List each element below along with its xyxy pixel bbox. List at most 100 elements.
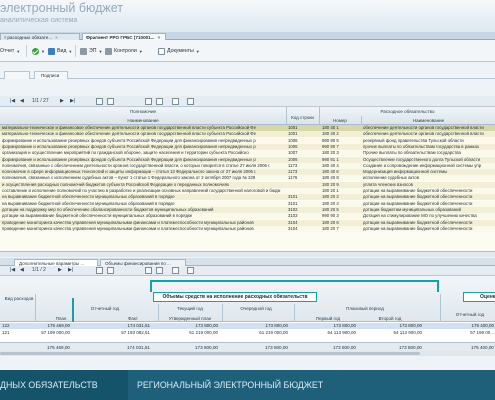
table-row[interactable]: дотации на поддержку мер по обеспечению … bbox=[0, 206, 495, 213]
toolbar: Отчет ▼ ▼ Вид ▼ ЭП ▼ Контроли ▼ Документы ▼ bbox=[0, 40, 495, 62]
last-page-button[interactable]: ▶| bbox=[70, 98, 75, 105]
table-row[interactable]: на выравнивание бюджетной обеспеченности… bbox=[0, 194, 495, 201]
table-row[interactable]: проведение мониторинга качества управлен… bbox=[0, 219, 495, 226]
report-button[interactable]: Отчет ▼ bbox=[0, 46, 20, 56]
last-page-button[interactable]: ▶| bbox=[68, 267, 73, 274]
signature-button[interactable]: ЭП ▼ bbox=[80, 46, 102, 56]
column-first-year[interactable]: Первый год bbox=[298, 316, 358, 321]
cell-expense-type: 122 bbox=[2, 323, 10, 328]
cell-first-year: 173 800,00 bbox=[333, 323, 356, 328]
callout-connector bbox=[150, 280, 438, 282]
columns-icon[interactable] bbox=[145, 98, 152, 105]
column-next-year[interactable]: Очередной год bbox=[226, 306, 286, 311]
check-icon bbox=[32, 47, 39, 55]
filter-icon[interactable] bbox=[107, 98, 114, 105]
table-icon[interactable] bbox=[156, 267, 163, 274]
document-subtabs: Подписи bbox=[0, 70, 495, 79]
clear-filter-icon[interactable] bbox=[172, 267, 179, 274]
cell-obligation-name: Осуществление государственного долга Тул… bbox=[363, 156, 480, 162]
first-page-button[interactable]: |◀ bbox=[10, 267, 15, 274]
table-row[interactable]: на выравнивание бюджетной обеспеченности… bbox=[0, 200, 495, 207]
cell-code: 1007 bbox=[288, 150, 298, 156]
table-row[interactable]: формирование и использование резервных ф… bbox=[0, 156, 495, 163]
chevron-down-icon: ▼ bbox=[41, 48, 45, 54]
tab-additional-params[interactable]: Дополнительные параметры ... bbox=[14, 259, 98, 266]
tab-main[interactable] bbox=[4, 71, 30, 79]
controls-button[interactable]: Контроли ▼ bbox=[105, 46, 143, 56]
clear-filter-icon[interactable] bbox=[172, 98, 179, 105]
cell-code: 3102 bbox=[288, 206, 298, 212]
cell-number: 180 40 1 bbox=[322, 125, 339, 130]
cell-number: 990 90 3 bbox=[322, 213, 339, 219]
scrollbar-thumb[interactable] bbox=[0, 352, 420, 355]
table-row[interactable]: формирование и использование резервных ф… bbox=[0, 137, 495, 144]
table-icon[interactable] bbox=[156, 98, 163, 105]
window-tab-strip: т расходных обязате... × Фрагмент РРО ГРБ… bbox=[0, 32, 495, 40]
export-icon[interactable] bbox=[187, 267, 194, 274]
column-right-report-year[interactable]: Отчетный год bbox=[445, 312, 495, 317]
filter-icon[interactable] bbox=[107, 267, 114, 274]
table-row[interactable]: и осуществления расходных полномочий бюд… bbox=[0, 181, 495, 188]
column-name[interactable]: Наименование bbox=[0, 118, 286, 123]
chevron-down-icon: ▼ bbox=[98, 48, 103, 54]
column-group-authority: Полномочие bbox=[129, 109, 157, 114]
cell-approved: 61 219 000,00 bbox=[189, 330, 218, 335]
cell-approved: 173 800,00 bbox=[195, 323, 218, 328]
table-row[interactable]: организация и осуществление мероприятий … bbox=[0, 150, 495, 157]
column-number[interactable]: Номер bbox=[320, 118, 360, 123]
cell-code: 1006 bbox=[288, 137, 298, 143]
column-code[interactable]: Код строки bbox=[287, 115, 318, 120]
cell-name: составление и исполнение полномочий по у… bbox=[2, 188, 281, 193]
column-divider bbox=[222, 304, 223, 322]
cell-obligation-name: Дотация на стимулирование МО по улучшени… bbox=[363, 213, 477, 219]
table-row[interactable]: проведение мониторинга качества управлен… bbox=[0, 225, 495, 232]
table-row[interactable]: полномочия, связанные с обеспечением дея… bbox=[0, 162, 495, 169]
column-fact[interactable]: Факт bbox=[108, 316, 158, 321]
tab-obligations[interactable]: т расходных обязате... × bbox=[0, 33, 80, 40]
column-obligation-name[interactable]: Наименование bbox=[362, 118, 495, 123]
column-expense-type[interactable]: Вид расходов bbox=[4, 296, 34, 301]
view-button[interactable]: Вид ▼ bbox=[48, 46, 72, 56]
table-row[interactable]: 122 175 469,00 174 031,51 173 800,00 173 800… bbox=[0, 323, 495, 329]
cell-fact: 174 031,51 bbox=[127, 323, 150, 328]
columns-icon[interactable] bbox=[145, 267, 152, 274]
tab-financing-volumes[interactable]: Объемы финансирования по ... bbox=[100, 259, 186, 266]
refresh-icon[interactable] bbox=[96, 267, 103, 274]
first-page-button[interactable]: |◀ bbox=[10, 98, 15, 105]
table-row[interactable]: материально-техническое и финансовое обе… bbox=[0, 131, 495, 138]
column-second-year[interactable]: Второй год bbox=[360, 316, 420, 321]
signature-icon bbox=[80, 47, 87, 55]
next-page-button[interactable]: ▶ bbox=[58, 267, 62, 274]
obligations-grid-header: Полномочие Наименование Код строки Расхо… bbox=[0, 107, 495, 125]
prev-page-button[interactable]: ◀ bbox=[20, 267, 24, 274]
cell-name: полномочие в сфере информационных технол… bbox=[2, 169, 257, 175]
cell-code: 1173 bbox=[288, 169, 298, 175]
column-plan[interactable]: План bbox=[36, 316, 86, 321]
documents-button[interactable]: Документы ▼ bbox=[158, 46, 200, 56]
horizontal-scrollbar[interactable] bbox=[0, 351, 495, 356]
toolbar-divider bbox=[75, 45, 76, 57]
next-page-button[interactable]: ▶ bbox=[60, 98, 64, 105]
table-row[interactable]: составление и исполнение полномочий по у… bbox=[0, 188, 495, 194]
table-row[interactable]: материально-техническое и финансовое обе… bbox=[0, 125, 495, 131]
prev-page-button[interactable]: ◀ bbox=[20, 98, 24, 105]
cell-right-report-year: 175 400,00 bbox=[471, 323, 494, 328]
grid-toolbar: |◀ ◀ 1/1 / 27 ▶ ▶| bbox=[0, 96, 495, 107]
table-row[interactable]: формирование и использование резервных ф… bbox=[0, 143, 495, 150]
table-row[interactable]: полномочия, связанные с исполнением суде… bbox=[0, 175, 495, 182]
tab-fragment-rro[interactable]: Фрагмент РРО ГРБС (710001... × bbox=[82, 33, 166, 40]
tab-signatures[interactable]: Подписи bbox=[34, 71, 68, 79]
cell-name: проведение мониторинга качества управлен… bbox=[2, 219, 254, 225]
table-row[interactable]: полномочие в сфере информационных технол… bbox=[0, 169, 495, 176]
cell-obligation-name: уплата членских взносов bbox=[363, 181, 413, 187]
export-icon[interactable] bbox=[187, 98, 194, 105]
refresh-icon[interactable] bbox=[96, 98, 103, 105]
obligations-grid-body: материально-техническое и финансовое обе… bbox=[0, 125, 495, 251]
table-row[interactable]: дотации на выравнивание бюджетной обеспе… bbox=[0, 213, 495, 220]
column-divider bbox=[158, 304, 159, 322]
confirm-button[interactable]: ▼ bbox=[32, 46, 45, 56]
table-row[interactable]: 121 57 199 000,00 57 193 082,51 61 219 000,… bbox=[0, 330, 495, 336]
column-divider bbox=[294, 304, 295, 322]
cell-code: 1006 bbox=[288, 143, 298, 149]
column-approved-plan[interactable]: Утвержденный план bbox=[160, 316, 220, 321]
